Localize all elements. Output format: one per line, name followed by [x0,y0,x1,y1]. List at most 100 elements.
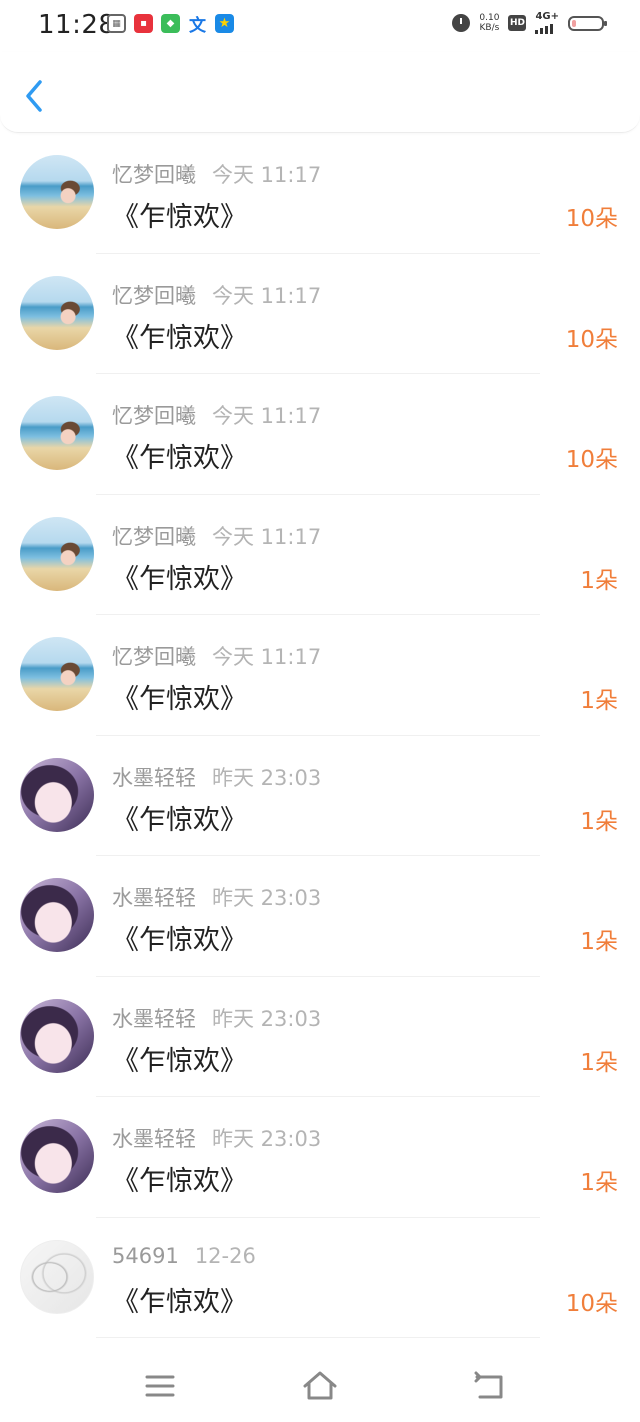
timestamp: 今天 11:17 [212,163,322,187]
avatar[interactable] [20,396,94,470]
list-item[interactable]: 忆梦回曦 今天 11:17 《乍惊欢》 10朵 [0,254,640,375]
item-meta: 水墨轻轻 昨天 23:03 [112,1003,321,1033]
nickname[interactable]: 忆梦回曦 [112,525,196,549]
gift-amount: 1朵 [580,688,618,714]
item-meta: 54691 12-26 [112,1244,256,1268]
avatar[interactable] [20,275,94,350]
avatar[interactable] [20,878,94,952]
nickname[interactable]: 水墨轻轻 [112,886,196,910]
book-title[interactable]: 《乍惊欢》 [112,195,247,234]
app-root: 11:28 ▦ ▪ ◆ 文 ★ 0.10 KB/s HD 4G+ 忆梦回曦 今天… [0,0,640,1422]
avatar[interactable] [20,516,94,591]
chevron-left-icon [26,80,42,112]
timestamp: 昨天 23:03 [212,765,322,790]
book-title[interactable]: 《乍惊欢》 [112,1159,247,1198]
timestamp: 今天 11:17 [212,404,322,428]
book-title[interactable]: 《乍惊欢》 [112,677,247,716]
signal-icon: 4G+ [535,12,559,34]
avatar[interactable] [20,637,94,711]
avatar[interactable] [20,155,94,229]
book-title[interactable]: 《乍惊欢》 [112,557,247,596]
book-title[interactable]: 《乍惊欢》 [112,1039,247,1078]
list-item[interactable]: 水墨轻轻 昨天 23:03 《乍惊欢》 1朵 [0,856,640,977]
back-icon [474,1371,503,1399]
list-item[interactable]: 水墨轻轻 昨天 23:03 《乍惊欢》 1朵 [0,736,640,857]
back-button[interactable] [20,78,50,114]
menu-button[interactable] [140,1368,180,1404]
item-meta: 忆梦回曦 今天 11:17 [112,159,321,189]
list-item[interactable]: 水墨轻轻 昨天 23:03 《乍惊欢》 1朵 [0,1097,640,1218]
item-meta: 忆梦回曦 今天 11:17 [112,521,321,551]
timestamp: 12-26 [194,1243,256,1268]
book-title[interactable]: 《乍惊欢》 [112,918,247,957]
nickname[interactable]: 忆梦回曦 [112,284,196,308]
battery-level [572,19,576,27]
timestamp: 昨天 23:03 [212,1006,322,1031]
item-meta: 忆梦回曦 今天 11:17 [112,641,321,671]
item-meta: 水墨轻轻 昨天 23:03 [112,1123,321,1153]
list-item[interactable]: 水墨轻轻 昨天 23:03 《乍惊欢》 1朵 [0,977,640,1098]
app-red-icon: ▪ [134,14,153,33]
nickname[interactable]: 水墨轻轻 [112,766,196,790]
gallery-icon: ▦ [107,14,126,33]
item-meta: 水墨轻轻 昨天 23:03 [112,882,321,912]
timestamp: 今天 11:17 [212,524,322,549]
home-button[interactable] [300,1368,340,1404]
avatar[interactable] [20,1239,94,1314]
nickname[interactable]: 54691 [112,1244,179,1268]
list-item[interactable]: 忆梦回曦 今天 11:17 《乍惊欢》 10朵 [0,374,640,495]
alarm-icon [452,14,471,32]
list-item[interactable]: 忆梦回曦 今天 11:17 《乍惊欢》 1朵 [0,615,640,736]
book-title[interactable]: 《乍惊欢》 [112,436,247,475]
notification-icons: ▦ ▪ ◆ 文 ★ [107,14,234,36]
list-item[interactable]: 54691 12-26 《乍惊欢》 10朵 [0,1218,640,1339]
network-speed-unit: KB/s [479,23,500,33]
timestamp: 今天 11:17 [212,645,322,669]
menu-icon [145,1375,175,1397]
gift-amount: 10朵 [565,326,618,353]
home-icon [303,1371,337,1400]
gift-amount: 1朵 [580,567,618,594]
status-time: 11:28 [38,10,116,40]
list-item[interactable]: 忆梦回曦 今天 11:17 《乍惊欢》 1朵 [0,495,640,616]
avatar[interactable] [20,1119,94,1193]
system-nav-bar [0,1350,640,1422]
nickname[interactable]: 忆梦回曦 [112,163,196,187]
battery-icon [568,15,607,31]
translate-icon: 文 [188,14,207,36]
gift-amount: 1朵 [580,808,618,835]
gift-amount: 1朵 [580,1049,618,1076]
list-item[interactable]: 忆梦回曦 今天 11:17 《乍惊欢》 10朵 [0,133,640,254]
back-nav-button[interactable] [468,1368,508,1404]
app-yellow-icon: ★ [215,14,234,33]
timestamp: 昨天 23:03 [212,1127,322,1151]
app-green-icon: ◆ [161,14,180,33]
item-meta: 忆梦回曦 今天 11:17 [112,400,321,430]
gift-amount: 1朵 [580,929,618,955]
book-title[interactable]: 《乍惊欢》 [112,1280,247,1319]
timestamp: 昨天 23:03 [212,886,322,910]
gift-amount: 10朵 [565,447,618,473]
status-indicators: 0.10 KB/s HD 4G+ [452,12,607,34]
gift-amount: 1朵 [580,1170,618,1196]
gift-amount: 10朵 [565,1290,618,1317]
nickname[interactable]: 忆梦回曦 [112,404,196,428]
status-bar: 11:28 ▦ ▪ ◆ 文 ★ 0.10 KB/s HD 4G+ [0,0,640,52]
book-title[interactable]: 《乍惊欢》 [112,316,247,355]
network-speed: 0.10 KB/s [479,13,499,33]
item-meta: 水墨轻轻 昨天 23:03 [112,762,321,792]
network-speed-value: 0.10 [479,13,500,23]
hd-badge: HD [508,15,527,31]
gift-list: 忆梦回曦 今天 11:17 《乍惊欢》 10朵 忆梦回曦 今天 11:17 《乍惊欢》 10朵… [0,133,640,1338]
header-bar [0,52,640,133]
avatar[interactable] [20,998,94,1073]
gift-amount: 10朵 [565,206,618,232]
nickname[interactable]: 忆梦回曦 [112,645,196,669]
network-type-label: 4G+ [535,11,559,22]
avatar[interactable] [20,757,94,832]
book-title[interactable]: 《乍惊欢》 [112,798,247,837]
timestamp: 今天 11:17 [212,283,322,308]
nickname[interactable]: 水墨轻轻 [112,1007,196,1031]
item-meta: 忆梦回曦 今天 11:17 [112,280,321,310]
nickname[interactable]: 水墨轻轻 [112,1127,196,1151]
